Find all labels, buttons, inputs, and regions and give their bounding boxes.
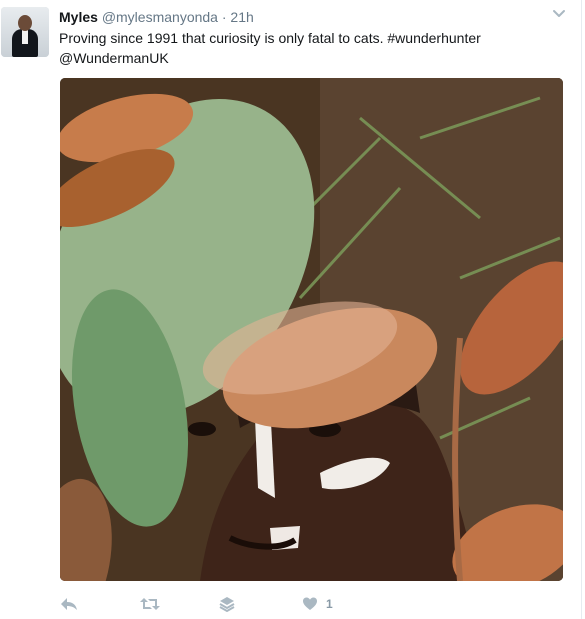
tweet-text-line-1: Proving since 1991 that curiosity is onl… bbox=[59, 30, 481, 46]
avatar[interactable] bbox=[1, 7, 49, 57]
avatar-shirt bbox=[22, 30, 28, 44]
tweet-text-line-2[interactable]: @WundermanUK bbox=[59, 48, 559, 68]
card-divider bbox=[581, 0, 582, 619]
stack-icon[interactable] bbox=[219, 594, 235, 614]
tweet-text: Proving since 1991 that curiosity is onl… bbox=[59, 28, 559, 68]
tweet-photo[interactable] bbox=[60, 78, 563, 581]
tweet-card[interactable]: Myles @mylesmanyonda · 21h Proving since… bbox=[0, 0, 585, 619]
heart-icon bbox=[303, 597, 317, 610]
retweet-icon[interactable] bbox=[139, 594, 161, 614]
like-count: 1 bbox=[326, 597, 333, 611]
tweet-header: Myles @mylesmanyonda · 21h bbox=[59, 8, 254, 26]
photo-illustration bbox=[60, 78, 563, 581]
header-separator: · bbox=[221, 9, 227, 25]
left-eye bbox=[188, 422, 216, 436]
author-name[interactable]: Myles bbox=[59, 9, 98, 25]
chevron-down-icon[interactable] bbox=[551, 7, 567, 21]
author-handle[interactable]: @mylesmanyonda bbox=[102, 9, 218, 25]
avatar-head bbox=[18, 15, 32, 31]
like-button[interactable]: 1 bbox=[302, 594, 333, 614]
tweet-timestamp[interactable]: 21h bbox=[230, 9, 253, 25]
reply-icon[interactable] bbox=[59, 594, 79, 614]
